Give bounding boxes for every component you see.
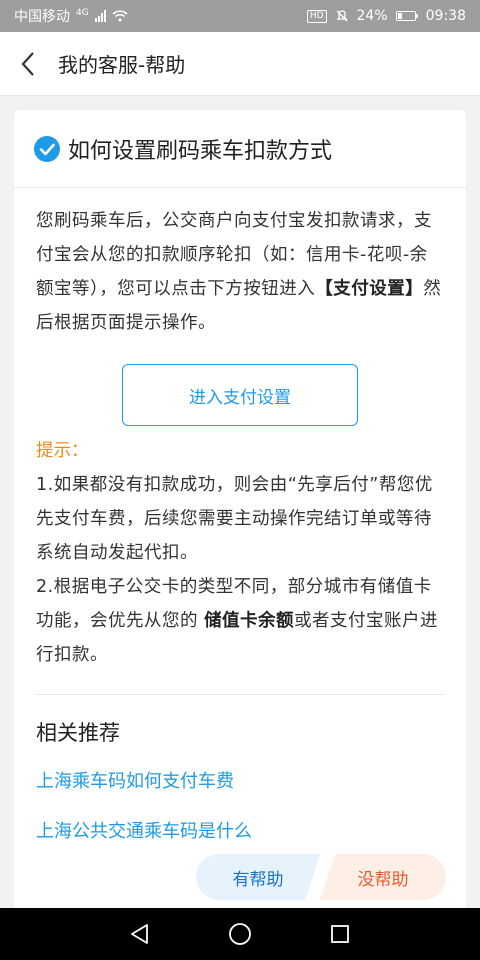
answer-body: 您刷码乘车后，公交商户向支付宝发扣款请求，支付宝会从您的扣款顺序轮扣（如：信用卡… (14, 188, 466, 857)
network-type-label: 4G (76, 8, 89, 18)
mute-icon (335, 10, 348, 22)
wifi-icon (112, 10, 128, 22)
nav-recents-button[interactable] (329, 923, 351, 945)
nav-bar: 我的客服-帮助 (0, 32, 480, 96)
question-header: 如何设置刷码乘车扣款方式 (14, 110, 466, 188)
nav-back-button[interactable] (129, 923, 151, 945)
chevron-left-icon (21, 51, 34, 76)
question-title: 如何设置刷码乘车扣款方式 (68, 138, 333, 164)
nav-home-button[interactable] (228, 922, 252, 946)
status-bar: 中国移动 4G HD 24% 09:38 (0, 0, 480, 32)
check-circle-icon (34, 135, 60, 162)
answer-paragraph: 您刷码乘车后，公交商户向支付宝发扣款请求，支付宝会从您的扣款顺序轮扣（如：信用卡… (36, 204, 444, 340)
tip2-text-bold: 储值卡余额 (204, 611, 295, 631)
not-helpful-button[interactable]: 没帮助 (320, 854, 446, 900)
payment-settings-button[interactable]: 进入支付设置 (122, 364, 358, 426)
tip-item-2: 2.根据电子公交卡的类型不同，部分城市有储值卡功能，会优先从您的 储值卡余额或者… (36, 570, 444, 672)
answer-text-bold: 【支付设置】 (315, 279, 424, 299)
related-link-2[interactable]: 上海公共交通乘车码是什么 (36, 807, 444, 857)
tip-item-1: 1.如果都没有扣款成功，则会由“先享后付”帮您优先支付车费，后续您需要主动操作完… (36, 475, 433, 563)
circle-home-icon (229, 923, 251, 945)
status-left: 中国移动 4G (14, 6, 128, 26)
battery-icon (395, 11, 418, 21)
help-card: 如何设置刷码乘车扣款方式 您刷码乘车后，公交商户向支付宝发扣款请求，支付宝会从您… (14, 110, 466, 910)
battery-fill (397, 13, 402, 19)
feedback-bar: 有帮助 没帮助 (14, 854, 466, 902)
carrier-label: 中国移动 (14, 9, 70, 25)
hd-badge: HD (306, 9, 327, 23)
related-link-1[interactable]: 上海乘车码如何支付车费 (36, 757, 444, 807)
section-divider (36, 694, 444, 695)
battery-percent-label: 24% (356, 8, 388, 24)
tip-label: 提示： (36, 441, 89, 461)
helpful-button[interactable]: 有帮助 (196, 854, 320, 900)
clock-label: 09:38 (425, 8, 466, 24)
square-recents-icon (331, 925, 350, 943)
related-title: 相关推荐 (36, 721, 120, 745)
cta-wrap: 进入支付设置 (36, 364, 444, 426)
signal-icon (94, 10, 106, 22)
system-nav-bar (0, 908, 480, 960)
page-title: 我的客服-帮助 (58, 53, 186, 77)
triangle-back-icon (130, 924, 148, 944)
back-button[interactable] (0, 32, 56, 96)
status-right: HD 24% 09:38 (306, 8, 466, 24)
